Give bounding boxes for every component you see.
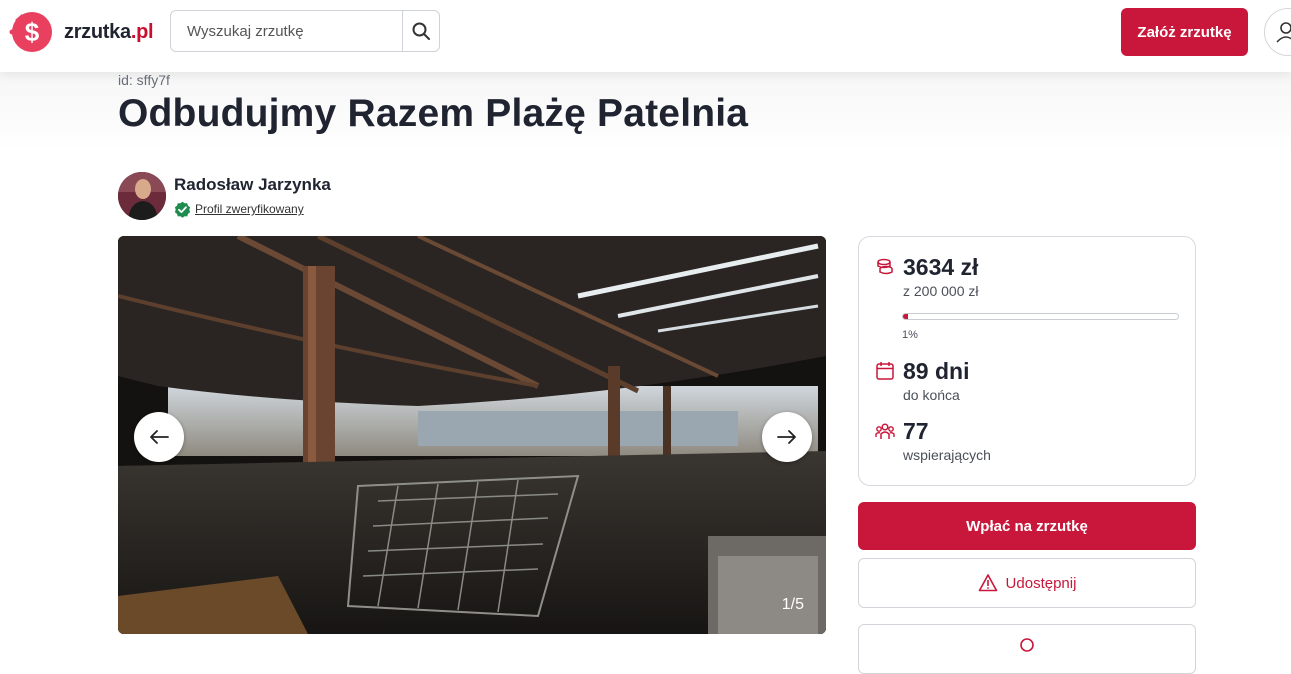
- search-input[interactable]: [171, 11, 402, 51]
- gallery-prev-button[interactable]: [134, 412, 184, 462]
- user-icon: [1276, 22, 1291, 43]
- progress-percent: 1%: [902, 329, 918, 341]
- gallery-counter: 1/5: [781, 596, 804, 613]
- progress-fill: [903, 314, 908, 319]
- author-avatar[interactable]: [118, 172, 166, 220]
- days-row: 89 dni do końca: [875, 357, 969, 403]
- share-label: Udostępnij: [1005, 574, 1077, 592]
- donate-button[interactable]: Wpłać na zrzutkę: [858, 502, 1196, 550]
- fundraiser-id: id: sffy7f: [118, 72, 170, 88]
- days-left-label: do końca: [903, 387, 960, 403]
- goal-amount: z 200 000 zł: [903, 283, 979, 299]
- search-button[interactable]: [402, 11, 439, 51]
- more-action-button[interactable]: [858, 624, 1196, 674]
- piggy-logo-icon: $: [9, 12, 52, 52]
- action-icon: [1020, 638, 1034, 652]
- author-photo: [118, 172, 166, 220]
- page-title: Odbudujmy Razem Plażę Patelnia: [118, 92, 749, 135]
- create-fundraiser-button[interactable]: Załóż zrzutkę: [1121, 8, 1248, 56]
- user-menu-button[interactable]: [1264, 8, 1291, 56]
- gallery-photo: [118, 236, 826, 634]
- raised-amount: 3634 zł: [903, 254, 979, 280]
- site-logo[interactable]: $ zrzutka.pl: [6, 10, 154, 54]
- supporters-row: 77 wspierających: [875, 417, 991, 463]
- coins-icon: [877, 258, 893, 275]
- verified-badge: Profil zweryfikowany: [174, 201, 331, 218]
- arrow-right-icon: [777, 430, 796, 444]
- progress-bar: [902, 313, 1179, 320]
- share-button[interactable]: Udostępnij: [858, 558, 1196, 608]
- author-block: Radosław Jarzynka Profil zweryfikowany: [118, 172, 331, 220]
- svg-text:$: $: [25, 17, 40, 47]
- verified-check-icon: [174, 201, 191, 218]
- search-box: [170, 10, 440, 52]
- share-icon: [978, 574, 997, 592]
- logo-text: zrzutka.pl: [64, 20, 154, 43]
- gallery-next-button[interactable]: [762, 412, 812, 462]
- photo-gallery[interactable]: 1/5: [118, 236, 826, 634]
- calendar-icon: [876, 362, 894, 380]
- days-left: 89 dni: [903, 358, 970, 384]
- verified-profile-link[interactable]: Profil zweryfikowany: [195, 202, 304, 216]
- search-icon: [412, 22, 430, 40]
- arrow-left-icon: [150, 430, 169, 444]
- supporters-count: 77: [903, 418, 929, 444]
- top-header: $ zrzutka.pl Załóż zrzutkę: [0, 0, 1291, 72]
- supporters-label: wspierających: [903, 447, 991, 463]
- stats-card: 3634 zł z 200 000 zł 1% 89 dni do końca: [858, 236, 1196, 486]
- raised-row: 3634 zł z 200 000 zł: [875, 253, 979, 299]
- author-name[interactable]: Radosław Jarzynka: [174, 175, 331, 195]
- supporters-icon: [875, 423, 895, 439]
